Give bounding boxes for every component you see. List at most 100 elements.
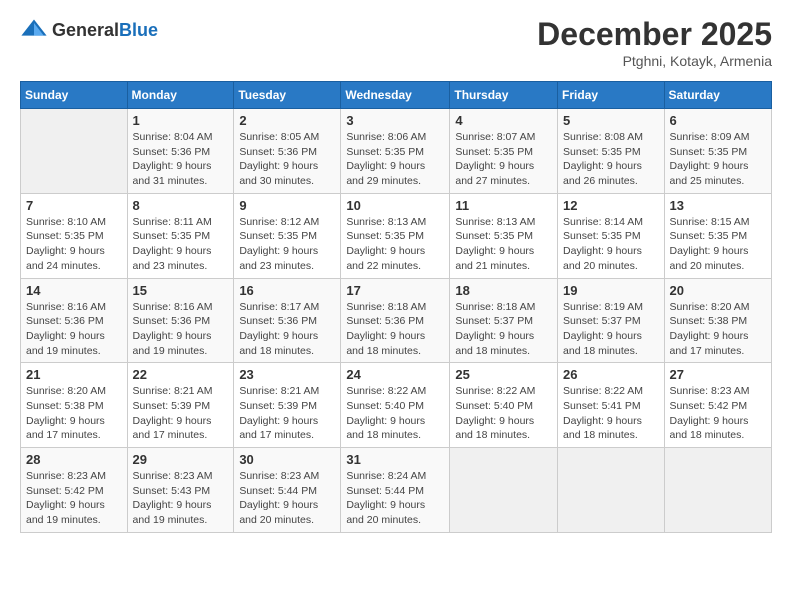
weekday-header: Tuesday bbox=[234, 82, 341, 109]
day-info-line: Daylight: 9 hours bbox=[346, 159, 444, 174]
day-info-line: Sunset: 5:38 PM bbox=[670, 314, 766, 329]
day-info-line: Sunrise: 8:21 AM bbox=[133, 384, 229, 399]
day-info-line: Sunset: 5:40 PM bbox=[455, 399, 552, 414]
day-number: 12 bbox=[563, 198, 659, 213]
day-info-line: and 19 minutes. bbox=[26, 344, 122, 359]
day-info-line: Sunrise: 8:04 AM bbox=[133, 130, 229, 145]
day-info-line: Sunrise: 8:22 AM bbox=[563, 384, 659, 399]
day-info-line: Sunset: 5:36 PM bbox=[133, 314, 229, 329]
day-info-line: Daylight: 9 hours bbox=[133, 498, 229, 513]
day-info-line: and 27 minutes. bbox=[455, 174, 552, 189]
logo-blue: Blue bbox=[119, 20, 158, 40]
day-info-line: Daylight: 9 hours bbox=[455, 244, 552, 259]
day-info-line: Sunset: 5:40 PM bbox=[346, 399, 444, 414]
day-info-line: and 17 minutes. bbox=[133, 428, 229, 443]
day-number: 9 bbox=[239, 198, 335, 213]
day-number: 14 bbox=[26, 283, 122, 298]
day-info-line: Daylight: 9 hours bbox=[346, 414, 444, 429]
day-number: 21 bbox=[26, 367, 122, 382]
day-info-line: and 20 minutes. bbox=[670, 259, 766, 274]
calendar-cell: 30Sunrise: 8:23 AMSunset: 5:44 PMDayligh… bbox=[234, 448, 341, 533]
day-info-line: Sunset: 5:38 PM bbox=[26, 399, 122, 414]
day-number: 16 bbox=[239, 283, 335, 298]
day-number: 24 bbox=[346, 367, 444, 382]
day-number: 17 bbox=[346, 283, 444, 298]
day-info-line: Sunset: 5:39 PM bbox=[239, 399, 335, 414]
day-info-line: Daylight: 9 hours bbox=[563, 329, 659, 344]
day-info-line: Daylight: 9 hours bbox=[239, 244, 335, 259]
calendar-cell: 25Sunrise: 8:22 AMSunset: 5:40 PMDayligh… bbox=[450, 363, 558, 448]
calendar-cell: 5Sunrise: 8:08 AMSunset: 5:35 PMDaylight… bbox=[558, 109, 665, 194]
day-info-line: Sunset: 5:35 PM bbox=[26, 229, 122, 244]
calendar-cell: 29Sunrise: 8:23 AMSunset: 5:43 PMDayligh… bbox=[127, 448, 234, 533]
calendar-cell: 15Sunrise: 8:16 AMSunset: 5:36 PMDayligh… bbox=[127, 278, 234, 363]
weekday-row: SundayMondayTuesdayWednesdayThursdayFrid… bbox=[21, 82, 772, 109]
weekday-header: Friday bbox=[558, 82, 665, 109]
day-info-line: Daylight: 9 hours bbox=[455, 414, 552, 429]
calendar-cell: 18Sunrise: 8:18 AMSunset: 5:37 PMDayligh… bbox=[450, 278, 558, 363]
day-info-line: Daylight: 9 hours bbox=[133, 244, 229, 259]
day-info-line: Daylight: 9 hours bbox=[133, 414, 229, 429]
day-number: 11 bbox=[455, 198, 552, 213]
day-info-line: Sunrise: 8:13 AM bbox=[346, 215, 444, 230]
day-info-line: and 20 minutes. bbox=[239, 513, 335, 528]
day-number: 8 bbox=[133, 198, 229, 213]
day-info-line: and 20 minutes. bbox=[563, 259, 659, 274]
day-info-line: Sunrise: 8:22 AM bbox=[346, 384, 444, 399]
calendar-cell: 24 Sunrise: 8:22 AMSunset: 5:40 PMDayligh… bbox=[341, 363, 450, 448]
day-info-line: Sunrise: 8:12 AM bbox=[239, 215, 335, 230]
day-info-line: Sunrise: 8:19 AM bbox=[563, 300, 659, 315]
day-info-line: Sunrise: 8:20 AM bbox=[670, 300, 766, 315]
logo-general: General bbox=[52, 20, 119, 40]
calendar-cell: 14Sunrise: 8:16 AMSunset: 5:36 PMDayligh… bbox=[21, 278, 128, 363]
day-info-line: Sunset: 5:44 PM bbox=[346, 484, 444, 499]
day-info-line: Sunset: 5:35 PM bbox=[670, 229, 766, 244]
day-info-line: and 31 minutes. bbox=[133, 174, 229, 189]
calendar-cell: 31Sunrise: 8:24 AMSunset: 5:44 PMDayligh… bbox=[341, 448, 450, 533]
day-info-line: and 17 minutes. bbox=[670, 344, 766, 359]
day-info-line: Daylight: 9 hours bbox=[239, 159, 335, 174]
day-info-line: Sunset: 5:35 PM bbox=[133, 229, 229, 244]
day-number: 23 bbox=[239, 367, 335, 382]
day-info-line: Sunrise: 8:23 AM bbox=[239, 469, 335, 484]
calendar-cell bbox=[558, 448, 665, 533]
calendar-cell: 11Sunrise: 8:13 AMSunset: 5:35 PMDayligh… bbox=[450, 193, 558, 278]
calendar-cell: 8Sunrise: 8:11 AMSunset: 5:35 PMDaylight… bbox=[127, 193, 234, 278]
calendar-cell: 27Sunrise: 8:23 AMSunset: 5:42 PMDayligh… bbox=[664, 363, 771, 448]
calendar-body: 1Sunrise: 8:04 AMSunset: 5:36 PMDaylight… bbox=[21, 109, 772, 533]
day-info-line: and 18 minutes. bbox=[563, 428, 659, 443]
day-info-line: Daylight: 9 hours bbox=[346, 244, 444, 259]
day-info-line: Daylight: 9 hours bbox=[670, 244, 766, 259]
day-info-line: Sunset: 5:36 PM bbox=[239, 145, 335, 160]
day-info-line: Sunset: 5:35 PM bbox=[346, 229, 444, 244]
day-number: 7 bbox=[26, 198, 122, 213]
day-number: 3 bbox=[346, 113, 444, 128]
day-info-line: Sunrise: 8:20 AM bbox=[26, 384, 122, 399]
calendar-cell bbox=[450, 448, 558, 533]
day-info-line: and 21 minutes. bbox=[455, 259, 552, 274]
calendar-cell bbox=[664, 448, 771, 533]
day-info-line: Sunset: 5:36 PM bbox=[133, 145, 229, 160]
day-info-line: Sunrise: 8:16 AM bbox=[26, 300, 122, 315]
day-info-line: and 23 minutes. bbox=[133, 259, 229, 274]
day-info-line: Sunset: 5:36 PM bbox=[346, 314, 444, 329]
day-info-line: Sunset: 5:41 PM bbox=[563, 399, 659, 414]
day-number: 10 bbox=[346, 198, 444, 213]
logo-icon bbox=[20, 16, 48, 44]
day-info-line: Daylight: 9 hours bbox=[239, 329, 335, 344]
day-info-line: and 18 minutes. bbox=[563, 344, 659, 359]
location: Ptghni, Kotayk, Armenia bbox=[537, 53, 772, 69]
calendar-cell: 1Sunrise: 8:04 AMSunset: 5:36 PMDaylight… bbox=[127, 109, 234, 194]
calendar-cell: 3Sunrise: 8:06 AMSunset: 5:35 PMDaylight… bbox=[341, 109, 450, 194]
day-info-line: Sunset: 5:35 PM bbox=[670, 145, 766, 160]
day-info-line: Sunset: 5:42 PM bbox=[26, 484, 122, 499]
day-info-line: Sunset: 5:35 PM bbox=[346, 145, 444, 160]
day-info-line: and 18 minutes. bbox=[670, 428, 766, 443]
calendar-table: SundayMondayTuesdayWednesdayThursdayFrid… bbox=[20, 81, 772, 533]
day-info-line: Sunrise: 8:07 AM bbox=[455, 130, 552, 145]
day-info-line: Sunrise: 8:18 AM bbox=[455, 300, 552, 315]
calendar-cell: 19Sunrise: 8:19 AMSunset: 5:37 PMDayligh… bbox=[558, 278, 665, 363]
day-info-line: Daylight: 9 hours bbox=[239, 414, 335, 429]
calendar-week-row: 14 Sunrise: 8:16 AM Sunset: 5:36 PM Dayligh… bbox=[21, 278, 772, 363]
calendar-cell: 21Sunrise: 8:20 AMSunset: 5:38 PMDayligh… bbox=[21, 363, 128, 448]
